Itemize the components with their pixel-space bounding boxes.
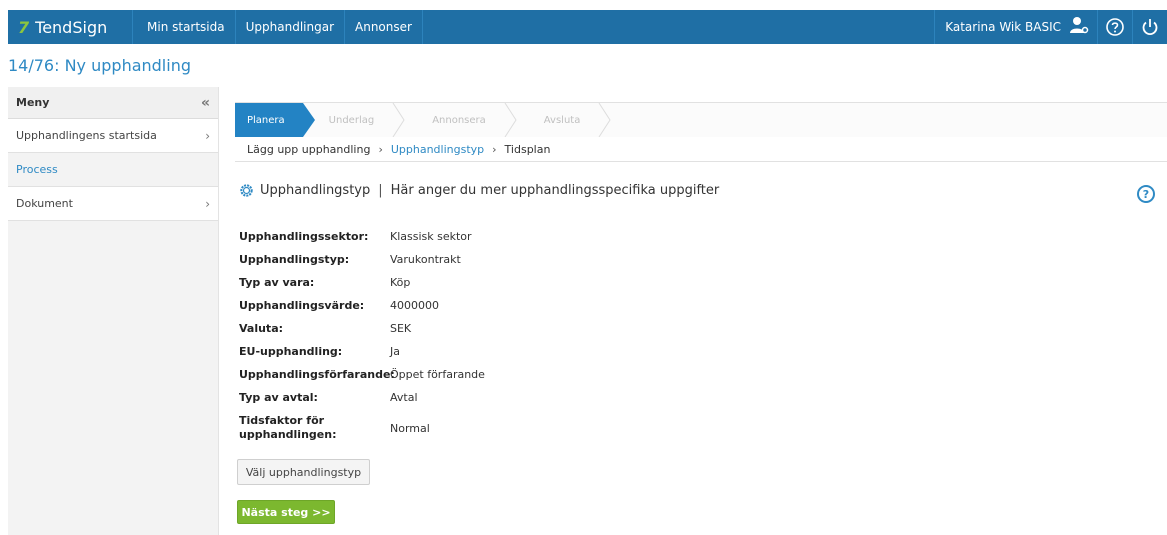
chevron-right-icon: › xyxy=(492,142,497,156)
field-label: Upphandlingsvärde: xyxy=(239,298,365,312)
help-icon[interactable]: ? xyxy=(1137,185,1155,203)
section-separator: | xyxy=(378,183,383,198)
sidebar-heading: Meny xyxy=(16,96,50,109)
field-list: Upphandlingssektor: Klassisk sektor Upph… xyxy=(239,225,485,445)
chevron-right-icon: › xyxy=(205,128,210,143)
field-value: Avtal xyxy=(390,391,418,404)
step-divider xyxy=(504,103,518,137)
step-avsluta[interactable]: Avsluta xyxy=(518,103,599,137)
collapse-icon[interactable]: « xyxy=(201,95,210,111)
field-value: SEK xyxy=(390,322,412,335)
top-nav-bar: 7 TendSign Min startsida Upphandlingar A… xyxy=(8,10,1167,44)
step-divider xyxy=(392,103,406,137)
sidebar-item-process[interactable]: Process xyxy=(8,153,218,187)
field-row: Typ av avtal: Avtal xyxy=(239,386,485,409)
field-label: Upphandlingssektor: xyxy=(239,229,369,243)
field-row: Upphandlingsförfarande: Öppet förfarande xyxy=(239,363,485,386)
breadcrumb: Lägg upp upphandling › Upphandlingstyp ›… xyxy=(235,137,1167,162)
field-value: Klassisk sektor xyxy=(390,230,472,243)
sidebar: Meny « Upphandlingens startsida › Proces… xyxy=(8,87,219,535)
process-steps: Planera Underlag Annonsera Avsluta xyxy=(235,102,1167,138)
user-name: Katarina Wik BASIC xyxy=(945,20,1061,34)
field-label: Tidsfaktor för upphandlingen: xyxy=(239,414,337,441)
power-icon[interactable] xyxy=(1132,10,1167,44)
field-row: Tidsfaktor för upphandlingen: Normal xyxy=(239,411,485,445)
field-label: Upphandlingsförfarande: xyxy=(239,367,395,381)
user-icon xyxy=(1069,16,1089,38)
nav-item-min-startsida[interactable]: Min startsida xyxy=(132,10,235,44)
brand-logo[interactable]: 7 TendSign xyxy=(8,10,132,44)
step-planera[interactable]: Planera xyxy=(235,103,315,137)
field-value: Köp xyxy=(390,276,411,289)
field-label: Typ av vara: xyxy=(239,275,315,289)
sidebar-header: Meny « xyxy=(8,87,218,119)
field-label: Valuta: xyxy=(239,321,284,335)
field-label: Upphandlingstyp: xyxy=(239,252,350,266)
breadcrumb-item-tidsplan[interactable]: Tidsplan xyxy=(505,143,551,156)
sidebar-item-dokument[interactable]: Dokument › xyxy=(8,187,218,221)
section-description: Här anger du mer upphandlingsspecifika u… xyxy=(390,183,720,198)
field-value: Ja xyxy=(390,345,400,358)
field-row: Upphandlingsvärde: 4000000 xyxy=(239,294,485,317)
field-value: Normal xyxy=(390,421,430,435)
section-title: Upphandlingstyp xyxy=(260,183,371,198)
sidebar-item-label: Process xyxy=(16,163,58,176)
brand-mark: 7 xyxy=(18,17,30,37)
field-row: Upphandlingstyp: Varukontrakt xyxy=(239,248,485,271)
field-label: Typ av avtal: xyxy=(239,390,318,404)
user-menu[interactable]: Katarina Wik BASIC xyxy=(934,10,1097,44)
chevron-right-icon: › xyxy=(378,142,383,156)
nav-item-annonser[interactable]: Annonser xyxy=(344,10,422,44)
select-procurement-type-button[interactable]: Välj upphandlingstyp xyxy=(237,459,370,485)
breadcrumb-item-upphandlingstyp[interactable]: Upphandlingstyp xyxy=(391,143,484,156)
page-title: 14/76: Ny upphandling xyxy=(8,56,191,75)
field-row: Typ av vara: Köp xyxy=(239,271,485,294)
sidebar-item-label: Upphandlingens startsida xyxy=(16,129,157,142)
nav-spacer xyxy=(421,10,934,44)
step-annonsera[interactable]: Annonsera xyxy=(406,103,504,137)
help-icon[interactable] xyxy=(1097,10,1132,44)
section-heading: Upphandlingstyp | Här anger du mer uppha… xyxy=(239,183,719,198)
field-value: Varukontrakt xyxy=(390,253,461,266)
field-row: Valuta: SEK xyxy=(239,317,485,340)
nav-item-upphandlingar[interactable]: Upphandlingar xyxy=(234,10,344,44)
chevron-right-icon: › xyxy=(205,196,210,211)
next-step-button[interactable]: Nästa steg >> xyxy=(237,500,335,524)
field-label: EU-upphandling: xyxy=(239,344,343,358)
sidebar-item-label: Dokument xyxy=(16,197,73,210)
step-underlag[interactable]: Underlag xyxy=(303,103,393,137)
sidebar-item-startsida[interactable]: Upphandlingens startsida › xyxy=(8,119,218,153)
field-row: Upphandlingssektor: Klassisk sektor xyxy=(239,225,485,248)
breadcrumb-item-lagg-upp[interactable]: Lägg upp upphandling xyxy=(247,143,370,156)
field-value: 4000000 xyxy=(390,299,439,312)
brand-name: TendSign xyxy=(35,17,108,37)
field-value: Öppet förfarande xyxy=(390,368,485,381)
field-row: EU-upphandling: Ja xyxy=(239,340,485,363)
step-divider xyxy=(598,103,612,137)
gear-icon xyxy=(239,183,254,198)
